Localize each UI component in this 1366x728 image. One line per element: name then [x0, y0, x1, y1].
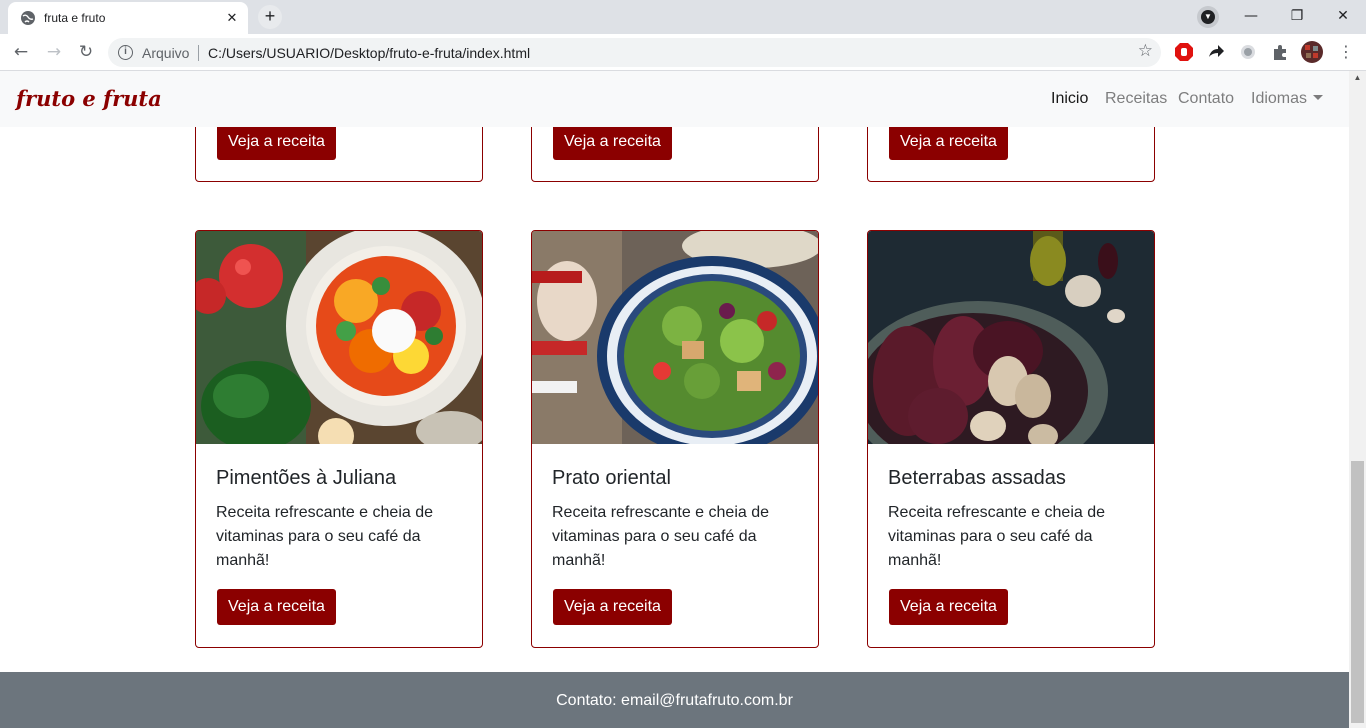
extension-gray-icon[interactable]	[1238, 42, 1258, 62]
view-recipe-button[interactable]: Veja a receita	[553, 124, 672, 160]
scrollbar-thumb[interactable]	[1351, 461, 1364, 723]
tab-title: fruta e fruto	[44, 11, 106, 25]
page-scrollbar[interactable]: ▲	[1349, 71, 1366, 728]
oriental-salad-bowl-photo	[532, 231, 818, 444]
window-close-icon[interactable]: ✕	[1320, 0, 1366, 32]
menu-kebab-icon[interactable]: ⋮	[1334, 40, 1358, 64]
site-brand-logo[interactable]: fruto e fruta	[16, 86, 162, 111]
puzzle-extensions-icon[interactable]	[1270, 42, 1290, 62]
view-recipe-button[interactable]: Veja a receita	[889, 124, 1008, 160]
adblock-extension-icon[interactable]	[1174, 42, 1194, 62]
recipe-card: Prato oriental Receita refrescante e che…	[531, 230, 819, 648]
card-title: Pimentões à Juliana	[216, 467, 397, 489]
recipe-card: Pimentões à Juliana Receita refrescante …	[195, 230, 483, 648]
view-recipe-button[interactable]: Veja a receita	[217, 589, 336, 625]
footer-contact-text: Contato: email@frutafruto.com.br	[556, 692, 793, 709]
card-text: Receita refrescante e cheia de vitaminas…	[552, 504, 770, 569]
view-recipe-button[interactable]: Veja a receita	[217, 124, 336, 160]
scroll-up-arrow-icon[interactable]: ▲	[1349, 73, 1366, 85]
share-arrow-icon[interactable]	[1206, 42, 1226, 62]
browser-tab-bar: fruta e fruto ✕ + ▼ — ❐ ✕	[0, 0, 1366, 34]
scheme-label: Arquivo	[142, 45, 190, 61]
nav-inicio[interactable]: Inicio	[1051, 90, 1088, 108]
url-text[interactable]: C:/Users/USUARIO/Desktop/fruto-e-fruta/i…	[208, 45, 530, 61]
nav-idiomas-dropdown[interactable]: Idiomas	[1251, 90, 1324, 108]
minimize-icon[interactable]: —	[1228, 0, 1274, 32]
omnibox-divider	[198, 45, 199, 61]
site-navbar: fruto e fruta Inicio Receitas Contato Id…	[0, 71, 1349, 127]
bookmark-star-icon[interactable]: ☆	[1138, 41, 1153, 61]
salad-peppers-photo	[196, 231, 482, 444]
profile-avatar-icon[interactable]	[1300, 40, 1324, 64]
nav-receitas[interactable]: Receitas	[1105, 90, 1167, 108]
globe-icon	[21, 11, 35, 25]
info-icon[interactable]: i	[118, 45, 133, 60]
recipe-card: Beterrabas assadas Receita refrescante e…	[867, 230, 1155, 648]
site-footer: Contato: email@frutafruto.com.br	[0, 672, 1349, 728]
view-recipe-button[interactable]: Veja a receita	[553, 589, 672, 625]
card-title: Beterrabas assadas	[888, 467, 1066, 489]
nav-idiomas-label: Idiomas	[1251, 90, 1308, 107]
media-control-icon[interactable]: ▼	[1197, 6, 1219, 28]
card-title: Prato oriental	[552, 467, 671, 489]
nav-contato[interactable]: Contato	[1178, 90, 1234, 108]
close-tab-icon[interactable]: ✕	[224, 10, 240, 26]
new-tab-button[interactable]: +	[258, 5, 282, 29]
forward-icon[interactable]: →	[42, 40, 66, 64]
address-bar[interactable]: i Arquivo C:/Users/USUARIO/Desktop/fruto…	[108, 38, 1161, 67]
chevron-down-icon	[1313, 95, 1324, 100]
back-icon[interactable]: ←	[9, 40, 33, 64]
restore-icon[interactable]: ❐	[1274, 0, 1320, 32]
card-text: Receita refrescante e cheia de vitaminas…	[216, 504, 434, 569]
browser-toolbar: ← → ↻ i Arquivo C:/Users/USUARIO/Desktop…	[0, 34, 1366, 71]
page-viewport: fruto e fruta Inicio Receitas Contato Id…	[0, 71, 1349, 728]
roasted-beets-photo	[868, 231, 1154, 444]
card-text: Receita refrescante e cheia de vitaminas…	[888, 504, 1106, 569]
browser-tab[interactable]: fruta e fruto ✕	[8, 2, 248, 34]
reload-icon[interactable]: ↻	[74, 40, 98, 64]
view-recipe-button[interactable]: Veja a receita	[889, 589, 1008, 625]
